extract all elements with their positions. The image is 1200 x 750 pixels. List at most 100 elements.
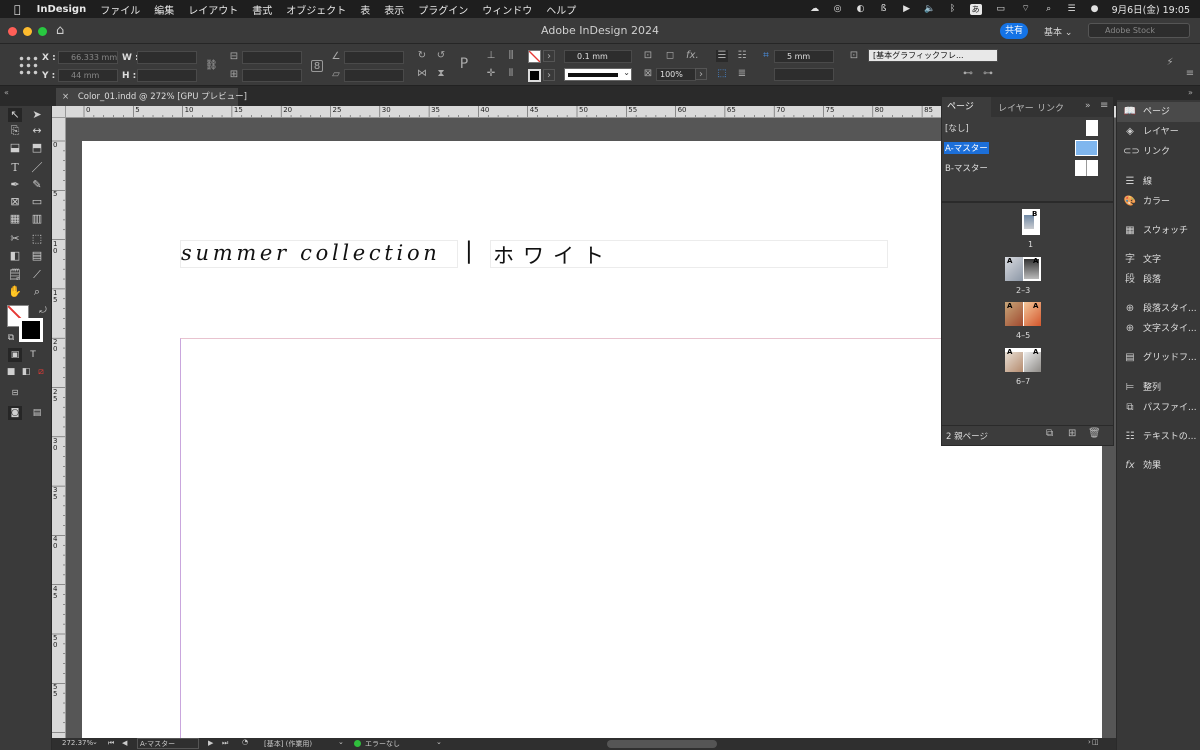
stroke-color-swatch[interactable]: [19, 318, 43, 342]
gradient-feather-tool-icon[interactable]: ▤: [30, 249, 44, 263]
rectangle-tool-icon[interactable]: ▭: [30, 195, 44, 209]
scale-x-field[interactable]: [242, 51, 302, 64]
menu-layout[interactable]: レイアウト: [188, 2, 238, 17]
prev-page-icon[interactable]: ◀: [122, 739, 127, 747]
page-1-thumb[interactable]: B: [1022, 209, 1040, 235]
page-selector[interactable]: A-マスター: [137, 738, 199, 749]
reference-point-icon[interactable]: [18, 55, 38, 75]
secondary-select[interactable]: [774, 68, 834, 81]
spread-4-5-thumb[interactable]: A A: [1005, 302, 1041, 326]
view-mode-icon[interactable]: ▤: [30, 406, 44, 420]
volume-icon[interactable]: 🔈: [924, 4, 936, 14]
share-button[interactable]: 共有: [1000, 23, 1028, 39]
app-menu[interactable]: InDesign: [37, 4, 87, 15]
panel-menu-icon[interactable]: ≡: [1184, 68, 1196, 80]
scroll-right-icon[interactable]: ›: [1088, 738, 1091, 746]
dock-character[interactable]: 字文字: [1117, 250, 1200, 270]
distribute-icon[interactable]: ⫼: [505, 50, 517, 62]
gap-tool-icon[interactable]: ↔: [30, 124, 44, 138]
creative-cloud-icon[interactable]: ◎: [832, 4, 844, 14]
dock-layers[interactable]: ◈ レイヤー: [1117, 122, 1200, 142]
tab-pages[interactable]: ページ: [942, 97, 991, 117]
distribute-h-icon[interactable]: ⫴: [505, 68, 517, 80]
menu-help[interactable]: ヘルプ: [546, 2, 576, 17]
hand-tool-icon[interactable]: ✋: [8, 285, 22, 299]
gradient-tool-icon[interactable]: ◧: [8, 249, 22, 263]
wrap-jump-icon[interactable]: ≣: [736, 68, 748, 80]
split-window-icon[interactable]: ◫: [1092, 738, 1099, 746]
width-field[interactable]: [137, 51, 197, 64]
formatting-container-icon[interactable]: ▣: [8, 348, 22, 362]
quick-actions-icon[interactable]: ⚡: [1164, 57, 1176, 69]
page-layer-icon[interactable]: ⊟: [8, 386, 22, 400]
parent-none-row[interactable]: [なし]: [942, 119, 1113, 139]
new-page-icon[interactable]: ⊞: [1068, 428, 1076, 439]
workspace-switcher[interactable]: 基本 ⌄: [1044, 25, 1072, 38]
fill-swatch[interactable]: [528, 50, 541, 63]
search-icon[interactable]: ⌕: [1043, 4, 1055, 14]
content-placer-icon[interactable]: ⬒: [30, 141, 44, 155]
selection-tool-icon[interactable]: ↖: [8, 108, 22, 122]
fx-icon[interactable]: fx.: [686, 50, 699, 62]
fit-content-icon[interactable]: ◻: [664, 50, 676, 62]
dock-pathfinder[interactable]: ⧉ パスファイ...: [1117, 398, 1200, 418]
heading-japanese[interactable]: ホワイト: [493, 240, 613, 270]
working-style[interactable]: [基本] (作業用): [264, 739, 312, 749]
last-page-icon[interactable]: ⏭: [222, 739, 228, 748]
sync-icon[interactable]: ◐: [855, 4, 867, 14]
y-position-field[interactable]: 44 mm: [58, 69, 118, 82]
proportional-scale-icon[interactable]: 8: [311, 60, 323, 72]
expand-panel-icon[interactable]: »: [1085, 101, 1091, 111]
parent-a-row[interactable]: A-マスター: [942, 139, 1113, 159]
note-tool-icon[interactable]: 🗒: [8, 268, 22, 282]
rotate-ccw-icon[interactable]: ↺: [435, 50, 447, 62]
direct-selection-tool-icon[interactable]: ➤: [30, 108, 44, 122]
apply-none-icon[interactable]: ⧄: [34, 365, 48, 379]
flip-horizontal-icon[interactable]: ⋈: [416, 68, 428, 80]
stroke-type-select[interactable]: ⌄: [564, 68, 632, 81]
document-tab[interactable]: × Color_01.indd @ 272% [GPU プレビュー]: [56, 88, 247, 106]
free-transform-tool-icon[interactable]: ⬚: [30, 232, 44, 246]
spread-6-7-thumb[interactable]: A A: [1005, 348, 1041, 372]
dock-paragraph[interactable]: 段段落: [1117, 270, 1200, 290]
parent-b-row[interactable]: B-マスター: [942, 159, 1113, 179]
chevron-down-icon[interactable]: ⌄: [338, 738, 344, 746]
opacity-field[interactable]: 100%: [656, 68, 696, 81]
close-tab-icon[interactable]: ×: [62, 92, 69, 102]
pen-tool-icon[interactable]: ✒: [8, 178, 22, 192]
height-field[interactable]: [137, 69, 197, 82]
dock-effects[interactable]: fx 効果: [1117, 456, 1200, 476]
default-colors-icon[interactable]: ⧉: [4, 331, 18, 345]
text-wrap-none-icon[interactable]: ☰: [716, 50, 728, 62]
next-page-icon[interactable]: ▶: [208, 739, 213, 747]
screen-mode-icon[interactable]: ◙: [8, 406, 22, 420]
first-page-icon[interactable]: ⏮: [108, 739, 114, 748]
rotate-cw-icon[interactable]: ↻: [416, 50, 428, 62]
zoom-tool-icon[interactable]: ⌕: [30, 285, 44, 299]
apply-gradient-icon[interactable]: ◧: [19, 365, 33, 379]
chevron-down-icon[interactable]: ⌄: [436, 738, 442, 746]
dock-paragraph-styles[interactable]: ⊕ 段落スタイ...: [1117, 299, 1200, 319]
panel-menu-icon[interactable]: ≡: [1100, 100, 1108, 111]
tab-links[interactable]: リンク: [1037, 101, 1064, 114]
line-tool-icon[interactable]: ／: [30, 161, 44, 175]
ime-indicator[interactable]: あ: [969, 3, 982, 15]
dock-links[interactable]: ⊂⊃ リンク: [1117, 142, 1200, 162]
menu-object[interactable]: オブジェクト: [286, 2, 346, 17]
pencil-tool-icon[interactable]: ✎: [30, 178, 44, 192]
collapse-dock-icon[interactable]: »: [1188, 88, 1193, 97]
dock-stroke[interactable]: ☰ 線: [1117, 172, 1200, 192]
stroke-weight-field[interactable]: 0.1 mm: [564, 50, 632, 63]
edit-page-size-icon[interactable]: ⧉: [1046, 428, 1053, 439]
bluetooth-icon[interactable]: ᛒ: [947, 4, 959, 14]
dock-character-styles[interactable]: ⊕ 文字スタイ...: [1117, 319, 1200, 339]
adobe-stock-search[interactable]: Adobe Stock: [1088, 23, 1190, 38]
content-collector-icon[interactable]: ⬓: [8, 141, 22, 155]
rotation-field[interactable]: [344, 51, 404, 64]
play-icon[interactable]: ▶: [901, 4, 913, 14]
menu-window[interactable]: ウィンドウ: [482, 2, 532, 17]
opacity-arrow-icon[interactable]: ›: [695, 68, 707, 80]
preflight-status[interactable]: エラーなし: [365, 739, 400, 749]
frame-tool-icon[interactable]: ⊠: [8, 195, 22, 209]
menu-table[interactable]: 表: [360, 2, 370, 17]
